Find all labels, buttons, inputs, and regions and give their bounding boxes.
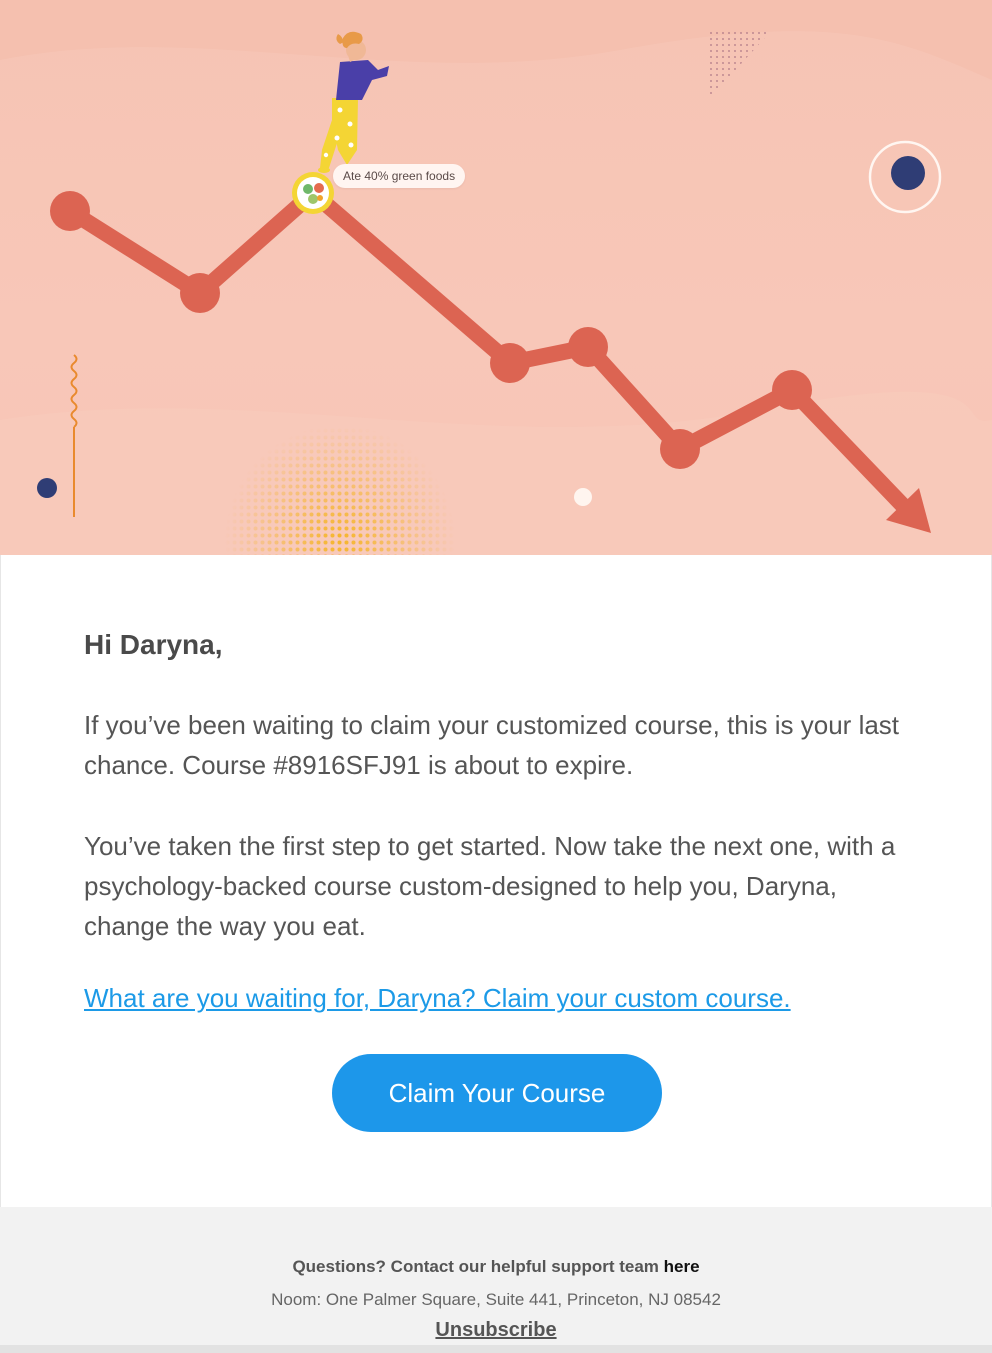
hero-chart-graphic	[0, 0, 992, 555]
claim-course-button[interactable]: Claim Your Course	[332, 1054, 662, 1132]
support-text: Questions? Contact our helpful support t…	[292, 1257, 664, 1276]
navy-dot	[37, 478, 57, 498]
email-footer: Questions? Contact our helpful support t…	[0, 1207, 992, 1353]
expiry-paragraph: If you’ve been waiting to claim your cus…	[84, 710, 900, 780]
white-dot	[574, 488, 592, 506]
email-body: Hi Daryna, If you’ve been waiting to cla…	[0, 555, 992, 1207]
company-address: Noom: One Palmer Square, Suite 441, Prin…	[271, 1290, 721, 1309]
support-link[interactable]: here	[664, 1257, 700, 1276]
target-circle-decoration	[868, 140, 942, 214]
greeting: Hi Daryna,	[84, 629, 223, 660]
footer-bottom-edge	[0, 1345, 992, 1353]
support-line: Questions? Contact our helpful support t…	[0, 1257, 992, 1277]
food-plate-icon	[292, 172, 334, 214]
halftone-circle-decoration	[220, 425, 460, 555]
hero-illustration: Ate 40% green foods	[0, 0, 992, 555]
unsubscribe-line: Unsubscribe	[0, 1319, 992, 1342]
claim-course-link[interactable]: What are you waiting for, Daryna? Claim …	[84, 983, 791, 1014]
course-description-paragraph: You’ve taken the first step to get start…	[84, 831, 896, 941]
dot-grid-decoration	[708, 30, 772, 100]
unsubscribe-link[interactable]: Unsubscribe	[435, 1319, 556, 1341]
achievement-badge: Ate 40% green foods	[333, 164, 466, 188]
